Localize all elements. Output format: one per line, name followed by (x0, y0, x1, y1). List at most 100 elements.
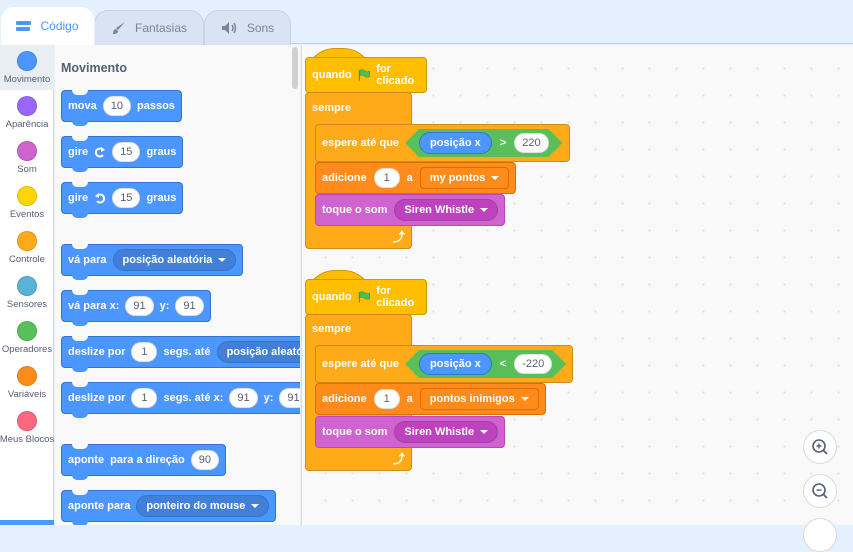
glide-xy-block[interactable]: deslize por 1 segs. até x: 91 y: 91 (61, 382, 300, 418)
point-direction-block[interactable]: aponte para a direção 90 (61, 444, 227, 480)
block-text: segs. até (163, 346, 211, 358)
green-flag-icon (358, 69, 370, 81)
wait-until-block[interactable]: espere até que posição x > 220 (315, 124, 570, 162)
zoom-out-icon (812, 483, 828, 499)
tab-code[interactable]: Código (0, 6, 95, 45)
x-input[interactable]: 91 (229, 388, 258, 408)
seconds-input[interactable]: 1 (131, 342, 158, 362)
turn-right-block[interactable]: gire 15 graus (61, 136, 184, 172)
change-variable-block[interactable]: adicione 1 a my pontos (315, 162, 517, 194)
loop-arrow-icon: ⤴ (392, 452, 405, 466)
play-sound-block[interactable]: toque o som Siren Whistle (315, 194, 506, 226)
palette-scrollbar[interactable] (292, 47, 298, 89)
block-text: toque o som (322, 204, 388, 216)
sound-dropdown[interactable]: Siren Whistle (394, 421, 499, 443)
block-text: for clicado (376, 285, 415, 309)
steps-input[interactable]: 10 (102, 96, 131, 116)
x-position-reporter[interactable]: posição x (419, 353, 492, 375)
operator-symbol: > (499, 137, 507, 149)
seconds-input[interactable]: 1 (131, 388, 158, 408)
dropdown-value: posição aleatória (226, 346, 300, 358)
block-text: a (406, 172, 413, 184)
category-dot-icon (17, 366, 37, 386)
zoom-out-button[interactable] (803, 474, 837, 508)
block-text: segs. até x: (163, 392, 224, 404)
category-events[interactable]: Eventos (0, 180, 54, 225)
block-text: y: (159, 300, 170, 312)
change-amount-input[interactable]: 1 (373, 168, 400, 188)
variable-dropdown[interactable]: my pontos (419, 167, 510, 189)
block-palette: Movimento mova 10 passos gire 15 graus g… (55, 45, 300, 525)
loop-arrow-icon: ⤴ (392, 230, 405, 244)
dropdown-arrow-icon (251, 504, 260, 508)
speaker-icon (221, 22, 237, 34)
goto-block[interactable]: vá para posição aleatória (61, 244, 244, 280)
tab-sounds[interactable]: Sons (204, 10, 291, 45)
play-sound-block[interactable]: toque o som Siren Whistle (315, 416, 506, 448)
x-input[interactable]: 91 (125, 296, 154, 316)
category-label: Operadores (1, 344, 53, 355)
y-input[interactable]: 91 (175, 296, 204, 316)
compare-value-input[interactable]: 220 (514, 133, 548, 153)
code-workspace[interactable]: quando for clicado sempre ⤴ espere até q… (301, 45, 853, 552)
greater-than-operator[interactable]: posição x > 220 (405, 129, 563, 157)
point-target-dropdown[interactable]: ponteiro do mouse (136, 495, 270, 517)
category-operators[interactable]: Operadores (0, 315, 54, 360)
glide-target-dropdown[interactable]: posição aleatória (216, 341, 300, 363)
less-than-operator[interactable]: posição x < -220 (405, 350, 566, 378)
degrees-input[interactable]: 15 (112, 188, 141, 208)
category-sensing[interactable]: Sensores (0, 270, 54, 315)
point-towards-block[interactable]: aponte para ponteiro do mouse (61, 490, 277, 525)
block-text: sempre (312, 323, 352, 335)
category-my-blocks[interactable]: Meus Blocos (0, 405, 54, 450)
extension-button-edge[interactable] (0, 520, 54, 525)
block-text: graus (146, 146, 177, 158)
editor-tab-bar: Código Fantasias Sons (0, 0, 853, 45)
zoom-reset-button[interactable] (803, 518, 837, 552)
block-text: for clicado (376, 63, 415, 87)
category-motion[interactable]: Movimento (0, 45, 54, 90)
category-dot-icon (17, 231, 37, 251)
compare-value-input[interactable]: -220 (514, 354, 552, 374)
block-text: gire (68, 192, 89, 204)
block-text: adicione (322, 172, 367, 184)
when-flag-clicked-block[interactable]: quando for clicado (305, 279, 427, 315)
sound-dropdown[interactable]: Siren Whistle (394, 199, 499, 221)
goto-xy-block[interactable]: vá para x: 91 y: 91 (61, 290, 211, 326)
dropdown-value: ponteiro do mouse (146, 500, 246, 512)
direction-input[interactable]: 90 (190, 450, 220, 470)
x-position-reporter[interactable]: posição x (419, 132, 492, 154)
palette-section-title: Movimento (61, 61, 127, 75)
tab-sounds-label: Sons (246, 21, 275, 35)
block-text: espere até que (322, 358, 400, 370)
category-dot-icon (17, 411, 37, 431)
brush-icon (112, 22, 125, 34)
goto-target-dropdown[interactable]: posição aleatória (112, 249, 237, 271)
dropdown-value: posição aleatória (122, 254, 213, 266)
turn-left-block[interactable]: gire 15 graus (61, 182, 184, 218)
variable-dropdown[interactable]: pontos inimigos (419, 388, 539, 410)
category-variables[interactable]: Variáveis (0, 360, 54, 405)
rotate-right-icon (95, 147, 106, 158)
block-text: a (406, 393, 413, 405)
category-label: Sensores (6, 299, 48, 310)
block-text: espere até que (322, 137, 400, 149)
green-flag-icon (358, 291, 370, 303)
move-steps-block[interactable]: mova 10 passos (61, 90, 182, 126)
category-sound[interactable]: Som (0, 135, 54, 180)
category-label: Controle (9, 254, 45, 265)
y-input[interactable]: 91 (279, 388, 300, 408)
dropdown-arrow-icon (218, 258, 227, 262)
category-looks[interactable]: Aparência (0, 90, 54, 135)
degrees-input[interactable]: 15 (112, 142, 141, 162)
dropdown-arrow-icon (480, 430, 489, 434)
category-control[interactable]: Controle (0, 225, 54, 270)
wait-until-block[interactable]: espere até que posição x < -220 (315, 345, 574, 383)
change-amount-input[interactable]: 1 (373, 389, 400, 409)
zoom-in-button[interactable] (803, 430, 837, 464)
dropdown-arrow-icon (491, 176, 500, 180)
change-variable-block[interactable]: adicione 1 a pontos inimigos (315, 383, 546, 415)
glide-to-block[interactable]: deslize por 1 segs. até posição aleatóri… (61, 336, 300, 372)
when-flag-clicked-block[interactable]: quando for clicado (305, 57, 427, 93)
tab-costumes[interactable]: Fantasias (94, 10, 204, 45)
